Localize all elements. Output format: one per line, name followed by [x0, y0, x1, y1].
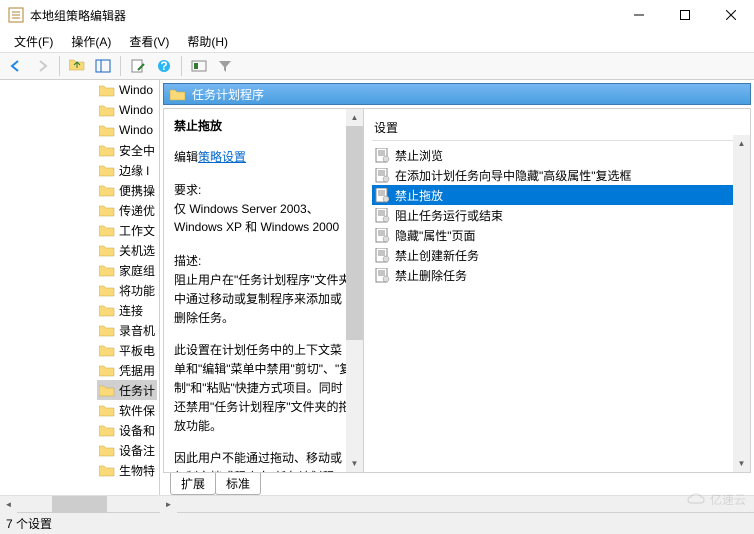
svg-text:?: ?: [160, 59, 167, 73]
setting-item[interactable]: 禁止删除任务: [372, 265, 742, 285]
tree-item[interactable]: 设备和: [97, 420, 157, 440]
workspace: WindoWindoWindo安全中边缘 l便携操传递优工作文关机选家庭组将功能…: [0, 80, 754, 495]
h-scrollbar[interactable]: ◄ ►: [0, 495, 754, 512]
tab-row: 扩展 标准: [160, 473, 754, 495]
back-button[interactable]: [4, 54, 28, 78]
description-text: 阻止用户在"任务计划程序"文件夹中通过移动或复制程序来添加或删除任务。 此设置在…: [174, 271, 353, 472]
detail-header-title: 任务计划程序: [192, 86, 264, 103]
desc-scrollbar[interactable]: ▲ ▼: [346, 109, 363, 472]
setting-item[interactable]: 禁止拖放: [372, 185, 742, 205]
policy-title: 禁止拖放: [174, 117, 353, 134]
detail-header: 任务计划程序: [163, 83, 751, 105]
tree-item[interactable]: 平板电: [97, 340, 157, 360]
edit-line: 编辑策略设置: [174, 148, 353, 165]
minimize-button[interactable]: [616, 0, 662, 30]
tree-item[interactable]: 安全中: [97, 140, 157, 160]
tree-item[interactable]: Windo: [97, 80, 157, 100]
settings-list[interactable]: 禁止浏览在添加计划任务向导中隐藏"高级属性"复选框禁止拖放阻止任务运行或结束隐藏…: [372, 145, 742, 285]
description-panel: 禁止拖放 编辑策略设置 要求: 仅 Windows Server 2003、Wi…: [164, 109, 364, 472]
tree-item[interactable]: 生物特: [97, 460, 157, 480]
app-icon: [8, 7, 24, 23]
toolbar: ?: [0, 52, 754, 80]
menu-file[interactable]: 文件(F): [6, 31, 61, 52]
tree-item[interactable]: 将功能: [97, 280, 157, 300]
settings-scrollbar[interactable]: ▲ ▼: [733, 135, 750, 472]
setting-item[interactable]: 禁止创建新任务: [372, 245, 742, 265]
window-title: 本地组策略编辑器: [30, 7, 616, 24]
setting-item[interactable]: 在添加计划任务向导中隐藏"高级属性"复选框: [372, 165, 742, 185]
titlebar: 本地组策略编辑器: [0, 0, 754, 30]
edit-policy-link[interactable]: 策略设置: [198, 150, 246, 164]
tree-item[interactable]: 录音机: [97, 320, 157, 340]
tree-panel: WindoWindoWindo安全中边缘 l便携操传递优工作文关机选家庭组将功能…: [0, 80, 160, 495]
tree-item[interactable]: Windo: [97, 100, 157, 120]
menubar: 文件(F) 操作(A) 查看(V) 帮助(H): [0, 30, 754, 52]
show-hide-button[interactable]: [91, 54, 115, 78]
tree-list[interactable]: WindoWindoWindo安全中边缘 l便携操传递优工作文关机选家庭组将功能…: [97, 80, 157, 480]
tree-item[interactable]: 关机选: [97, 240, 157, 260]
tree-item[interactable]: 边缘 l: [97, 160, 157, 180]
tree-item[interactable]: 设备注: [97, 440, 157, 460]
tree-item[interactable]: 凭据用: [97, 360, 157, 380]
tree-item[interactable]: 任务计: [97, 380, 157, 400]
settings-panel: 设置 禁止浏览在添加计划任务向导中隐藏"高级属性"复选框禁止拖放阻止任务运行或结…: [364, 109, 750, 472]
options-button[interactable]: [187, 54, 211, 78]
filter-button[interactable]: [213, 54, 237, 78]
menu-action[interactable]: 操作(A): [63, 31, 119, 52]
setting-item[interactable]: 禁止浏览: [372, 145, 742, 165]
forward-button[interactable]: [30, 54, 54, 78]
up-button[interactable]: [65, 54, 89, 78]
tree-item[interactable]: 连接: [97, 300, 157, 320]
tree-item[interactable]: 软件保: [97, 400, 157, 420]
detail-panel: 任务计划程序 禁止拖放 编辑策略设置 要求: 仅 Windows Server …: [160, 80, 754, 495]
watermark: 亿速云: [686, 491, 746, 508]
tree-item[interactable]: 便携操: [97, 180, 157, 200]
folder-icon: [170, 88, 186, 101]
tab-extended[interactable]: 扩展: [170, 473, 216, 495]
menu-view[interactable]: 查看(V): [121, 31, 177, 52]
tab-standard[interactable]: 标准: [215, 473, 261, 495]
settings-column-header[interactable]: 设置: [372, 115, 742, 141]
statusbar: 7 个设置: [0, 512, 754, 534]
tree-item[interactable]: 家庭组: [97, 260, 157, 280]
setting-item[interactable]: 阻止任务运行或结束: [372, 205, 742, 225]
tree-item[interactable]: 传递优: [97, 200, 157, 220]
export-button[interactable]: [126, 54, 150, 78]
setting-item[interactable]: 隐藏"属性"页面: [372, 225, 742, 245]
requirements-text: 仅 Windows Server 2003、Windows XP 和 Windo…: [174, 200, 353, 236]
requirements-label: 要求:: [174, 181, 353, 198]
tree-item[interactable]: 工作文: [97, 220, 157, 240]
close-button[interactable]: [708, 0, 754, 30]
help-button[interactable]: ?: [152, 54, 176, 78]
maximize-button[interactable]: [662, 0, 708, 30]
status-text: 7 个设置: [6, 515, 52, 532]
menu-help[interactable]: 帮助(H): [179, 31, 236, 52]
description-label: 描述:: [174, 252, 353, 269]
tree-item[interactable]: Windo: [97, 120, 157, 140]
